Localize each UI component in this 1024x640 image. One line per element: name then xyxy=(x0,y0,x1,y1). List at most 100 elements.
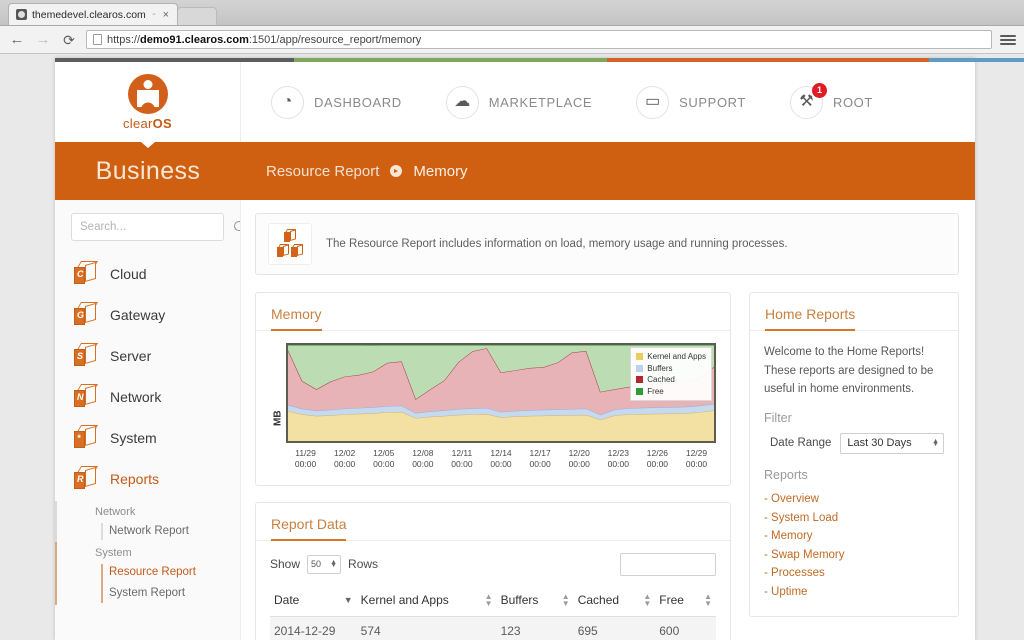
sort-desc-icon: ▼ xyxy=(343,595,353,606)
right-column: Home Reports Welcome to the Home Reports… xyxy=(749,292,959,640)
left-column: Memory MB Kernel and Apps Buffers Cached… xyxy=(255,292,731,640)
sidebar-subitem-network-report[interactable]: Network Report xyxy=(95,521,240,542)
table-header-buffers[interactable]: Buffers ▲ ▼ xyxy=(496,586,574,618)
brand-wordmark: clearOS xyxy=(123,116,172,131)
sidebar-item-reports[interactable]: R Reports xyxy=(55,458,240,499)
report-link[interactable]: - System Load xyxy=(764,509,944,528)
table-header-label: Kernel and Apps xyxy=(360,593,449,608)
browser-tab[interactable]: themedevel.clearos.com - × xyxy=(8,3,178,25)
report-link[interactable]: - Processes xyxy=(764,564,944,583)
table-header-date[interactable]: Date ▼ xyxy=(270,586,357,618)
table-header-label: Free xyxy=(659,593,684,608)
page-info-icon[interactable] xyxy=(93,34,102,45)
rows-select[interactable]: 50 ▲ ▼ xyxy=(307,554,342,574)
brand-logo[interactable]: clearOS xyxy=(55,62,241,142)
table-head: Date ▼ Kernel and Apps ▲ ▼ Buffers ▲ ▼ Cached ▲ ▼ F… xyxy=(270,586,716,618)
url-host: demo91.clearos.com xyxy=(140,33,249,46)
table-cell: 695 xyxy=(573,616,656,640)
topnav-item-label: DASHBOARD xyxy=(314,94,402,110)
report-link[interactable]: - Overview xyxy=(764,490,944,509)
legend-label: Kernel and Apps xyxy=(647,352,706,361)
search-icon[interactable] xyxy=(234,220,240,234)
table-header-cached[interactable]: Cached ▲ ▼ xyxy=(573,586,656,618)
tree-rail xyxy=(55,542,57,605)
report-data-header: Report Data xyxy=(256,503,730,541)
cube-icon: R xyxy=(73,466,99,491)
x-tick-label: 12/02 00:00 xyxy=(334,448,356,470)
browser-toolbar: ← → ⟳ https://demo91.clearos.com:1501/ap… xyxy=(0,26,1024,54)
sidebar-search xyxy=(55,213,240,249)
favicon-icon xyxy=(16,9,27,20)
home-reports-intro: Welcome to the Home Reports! These repor… xyxy=(764,346,934,396)
table-cell: 123 xyxy=(496,616,574,640)
forward-icon[interactable]: → xyxy=(34,32,52,47)
report-data-body: Show 50 ▲ ▼ Rows Date ▼ Kernel and Apps … xyxy=(256,541,730,640)
info-banner-text: The Resource Report includes information… xyxy=(326,238,788,250)
home-reports-panel: Home Reports Welcome to the Home Reports… xyxy=(749,292,959,617)
table-cell: 2014-12-29 xyxy=(270,616,357,640)
page-viewport: clearOS ◔ DASHBOARD ☁ MARKETPLACE ▭ SUPPORT ⚒ 1… xyxy=(0,54,1024,640)
sidebar-item-network[interactable]: N Network xyxy=(55,376,240,417)
home-reports-title: Home Reports xyxy=(765,306,856,331)
table-search-input[interactable] xyxy=(620,552,716,576)
browser-tab-title: themedevel.clearos.com xyxy=(32,8,146,21)
legend-entry: Cached xyxy=(636,374,706,386)
reports-title: Reports xyxy=(764,467,808,482)
memory-panel: Memory MB Kernel and Apps Buffers Cached… xyxy=(255,292,731,486)
date-range-value: Last 30 Days xyxy=(847,437,912,450)
sort-both-icon: ▲ ▼ xyxy=(643,591,652,609)
chart-plot-wrap: Kernel and Apps Buffers CachedFree 0500100… xyxy=(286,343,716,471)
topnav-item-label: MARKETPLACE xyxy=(488,94,593,110)
close-icon[interactable]: × xyxy=(161,9,171,21)
table-cell: 600 xyxy=(655,616,716,640)
cube-icon: * xyxy=(73,425,99,450)
sidebar-group-system: System Resource Report System Report xyxy=(55,542,240,605)
url-path: :1501/app/resource_report/memory xyxy=(248,33,422,46)
legend-swatch xyxy=(636,388,644,396)
topnav-item-support[interactable]: ▭ SUPPORT xyxy=(636,85,746,119)
gauge-icon: ◔ xyxy=(271,85,304,119)
search-box[interactable] xyxy=(71,213,240,241)
address-bar-text: https://demo91.clearos.com:1501/app/reso… xyxy=(107,34,421,46)
sort-both-icon: ▲ ▼ xyxy=(704,591,712,609)
chart-y-axis-label: MB xyxy=(272,410,284,426)
date-range-select[interactable]: Last 30 Days ▲ ▼ xyxy=(840,432,944,454)
sidebar-item-gateway[interactable]: G Gateway xyxy=(55,294,240,335)
report-link[interactable]: - Uptime xyxy=(764,583,944,602)
sidebar-item-server[interactable]: S Server xyxy=(55,335,240,376)
report-link[interactable]: - Memory xyxy=(764,527,944,546)
back-icon[interactable]: ← xyxy=(8,32,26,47)
reload-icon[interactable]: ⟳ xyxy=(60,33,78,47)
sidebar-item-label: Gateway xyxy=(110,306,166,323)
topnav-item-root[interactable]: ⚒ 1 ROOT xyxy=(789,82,873,119)
rows-per-page: Show 50 ▲ ▼ Rows xyxy=(270,554,378,574)
sidebar-item-cloud[interactable]: C Cloud xyxy=(55,253,240,294)
topnav-item-marketplace[interactable]: ☁ MARKETPLACE xyxy=(445,85,593,119)
cloud-icon: ☁ xyxy=(445,85,479,119)
sidebar-subitem-system-report[interactable]: System Report xyxy=(95,583,240,604)
clearos-app: clearOS ◔ DASHBOARD ☁ MARKETPLACE ▭ SUPPORT ⚒ 1… xyxy=(55,58,1024,640)
cube-icon: G xyxy=(73,302,99,327)
table-header-kernel-and-apps[interactable]: Kernel and Apps ▲ ▼ xyxy=(356,586,497,618)
table-header-free[interactable]: Free ▲ ▼ xyxy=(655,586,716,618)
search-input[interactable] xyxy=(80,221,234,233)
brand-word-bold: OS xyxy=(152,115,173,131)
report-data-panel: Report Data Show 50 ▲ ▼ Rows Date ▼ Kern… xyxy=(255,501,731,640)
report-link[interactable]: - Swap Memory xyxy=(764,546,944,565)
breadcrumb-parent[interactable]: Resource Report xyxy=(266,163,379,180)
browser-menu-icon[interactable] xyxy=(1000,33,1016,47)
x-tick-label: 12/05 00:00 xyxy=(373,448,395,470)
content-columns: Memory MB Kernel and Apps Buffers Cached… xyxy=(255,292,959,640)
app-body: C Cloud G Gateway S Server N Network * System R Rep… xyxy=(55,200,975,640)
address-bar[interactable]: https://demo91.clearos.com:1501/app/reso… xyxy=(86,30,992,49)
legend-entry: Kernel and Apps xyxy=(636,351,706,363)
sidebar-item-system[interactable]: * System xyxy=(55,417,240,458)
title-band: Business Resource Report Memory xyxy=(55,142,975,200)
table-row[interactable]: 2014-12-29 574 123 695 600 xyxy=(270,616,716,640)
new-tab-button[interactable] xyxy=(177,7,217,25)
topnav-item-dashboard[interactable]: ◔ DASHBOARD xyxy=(271,85,402,119)
info-banner: The Resource Report includes information… xyxy=(255,213,959,275)
sidebar-item-label: Server xyxy=(110,347,152,364)
sidebar-subitem-resource-report[interactable]: Resource Report xyxy=(95,562,240,583)
reports-link-list: - Overview - System Load - Memory - Swap Me… xyxy=(764,490,944,602)
